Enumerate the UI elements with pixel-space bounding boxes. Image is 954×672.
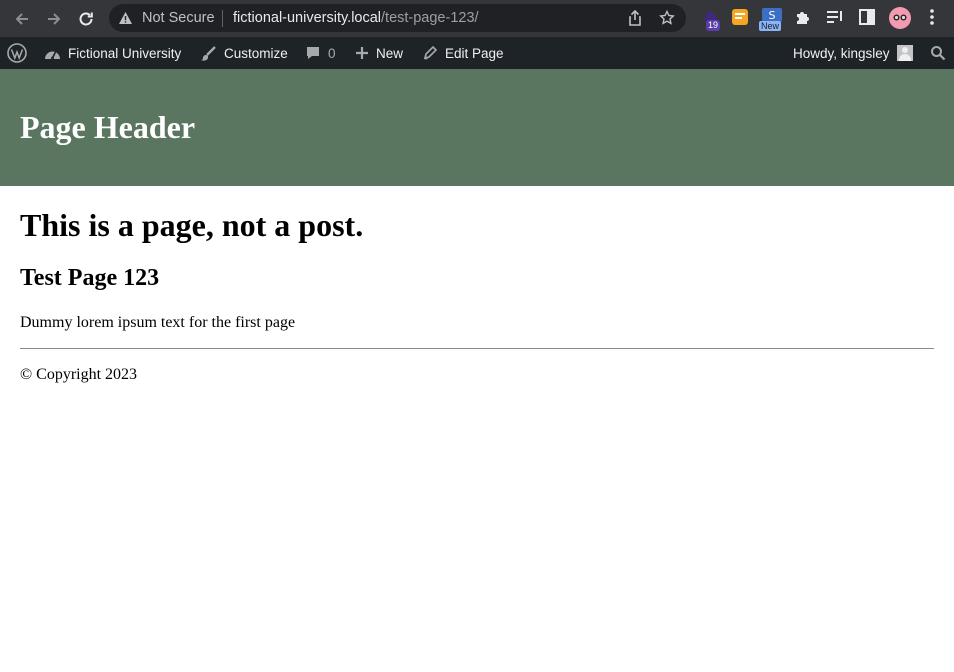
wp-admin-bar: Fictional University Customize 0 New Edi… xyxy=(0,37,954,69)
side-panel-icon[interactable] xyxy=(858,8,878,28)
extension-new-badge: New xyxy=(759,21,782,31)
profile-avatar-icon[interactable] xyxy=(889,7,911,29)
paintbrush-icon xyxy=(200,45,217,62)
extension-notes-icon[interactable] xyxy=(731,8,751,28)
warning-icon xyxy=(119,12,132,24)
new-label: New xyxy=(376,45,404,61)
customize-label: Customize xyxy=(224,45,288,61)
extension-badge-count: 19 xyxy=(706,20,721,31)
wordpress-logo-icon xyxy=(7,43,27,63)
page-header-title: Page Header xyxy=(20,109,196,145)
reading-list-icon[interactable] xyxy=(826,8,846,28)
search-icon xyxy=(931,46,946,61)
share-icon[interactable] xyxy=(628,10,642,26)
greeting-label: Howdy, kingsley xyxy=(793,45,890,61)
pencil-icon xyxy=(422,45,438,61)
reload-button[interactable] xyxy=(75,8,97,30)
edit-page-link[interactable]: Edit Page xyxy=(422,37,504,69)
bookmark-star-icon[interactable] xyxy=(659,10,675,26)
page-title: Test Page 123 xyxy=(20,265,160,291)
avatar xyxy=(896,45,913,61)
footer-divider xyxy=(20,348,934,349)
my-account-link[interactable]: Howdy, kingsley xyxy=(793,37,913,69)
wordpress-logo-button[interactable] xyxy=(7,37,27,69)
comments-count: 0 xyxy=(328,45,336,61)
security-label[interactable]: Not Secure xyxy=(142,10,215,26)
arrow-right-icon xyxy=(48,13,61,25)
browser-toolbar: Not Secure fictional-university.local/te… xyxy=(0,0,954,37)
comment-bubble-icon xyxy=(305,45,321,61)
url-text[interactable]: fictional-university.local/test-page-123… xyxy=(233,10,479,26)
forward-button[interactable] xyxy=(43,8,65,30)
arrow-left-icon xyxy=(15,13,28,25)
body-text: Dummy lorem ipsum text for the first pag… xyxy=(20,314,296,331)
divider xyxy=(222,10,223,27)
edit-page-label: Edit Page xyxy=(445,45,504,61)
site-name-label: Fictional University xyxy=(68,45,182,61)
copyright-text: © Copyright 2023 xyxy=(20,366,138,383)
new-content-link[interactable]: New xyxy=(355,37,403,69)
reload-icon xyxy=(79,12,93,26)
browser-menu-icon[interactable] xyxy=(924,8,944,28)
extensions-puzzle-icon[interactable] xyxy=(794,8,814,28)
back-button[interactable] xyxy=(11,8,33,30)
search-button[interactable] xyxy=(930,37,946,69)
customize-link[interactable]: Customize xyxy=(200,37,288,69)
site-name-link[interactable]: Fictional University xyxy=(44,37,181,69)
comments-link[interactable]: 0 xyxy=(305,37,336,69)
plus-icon xyxy=(355,46,369,60)
address-bar[interactable]: Not Secure fictional-university.local/te… xyxy=(109,4,686,32)
page-header-banner: Page Header xyxy=(0,69,954,186)
dashboard-icon xyxy=(44,46,61,60)
page-notice-heading: This is a page, not a post. xyxy=(20,207,364,243)
